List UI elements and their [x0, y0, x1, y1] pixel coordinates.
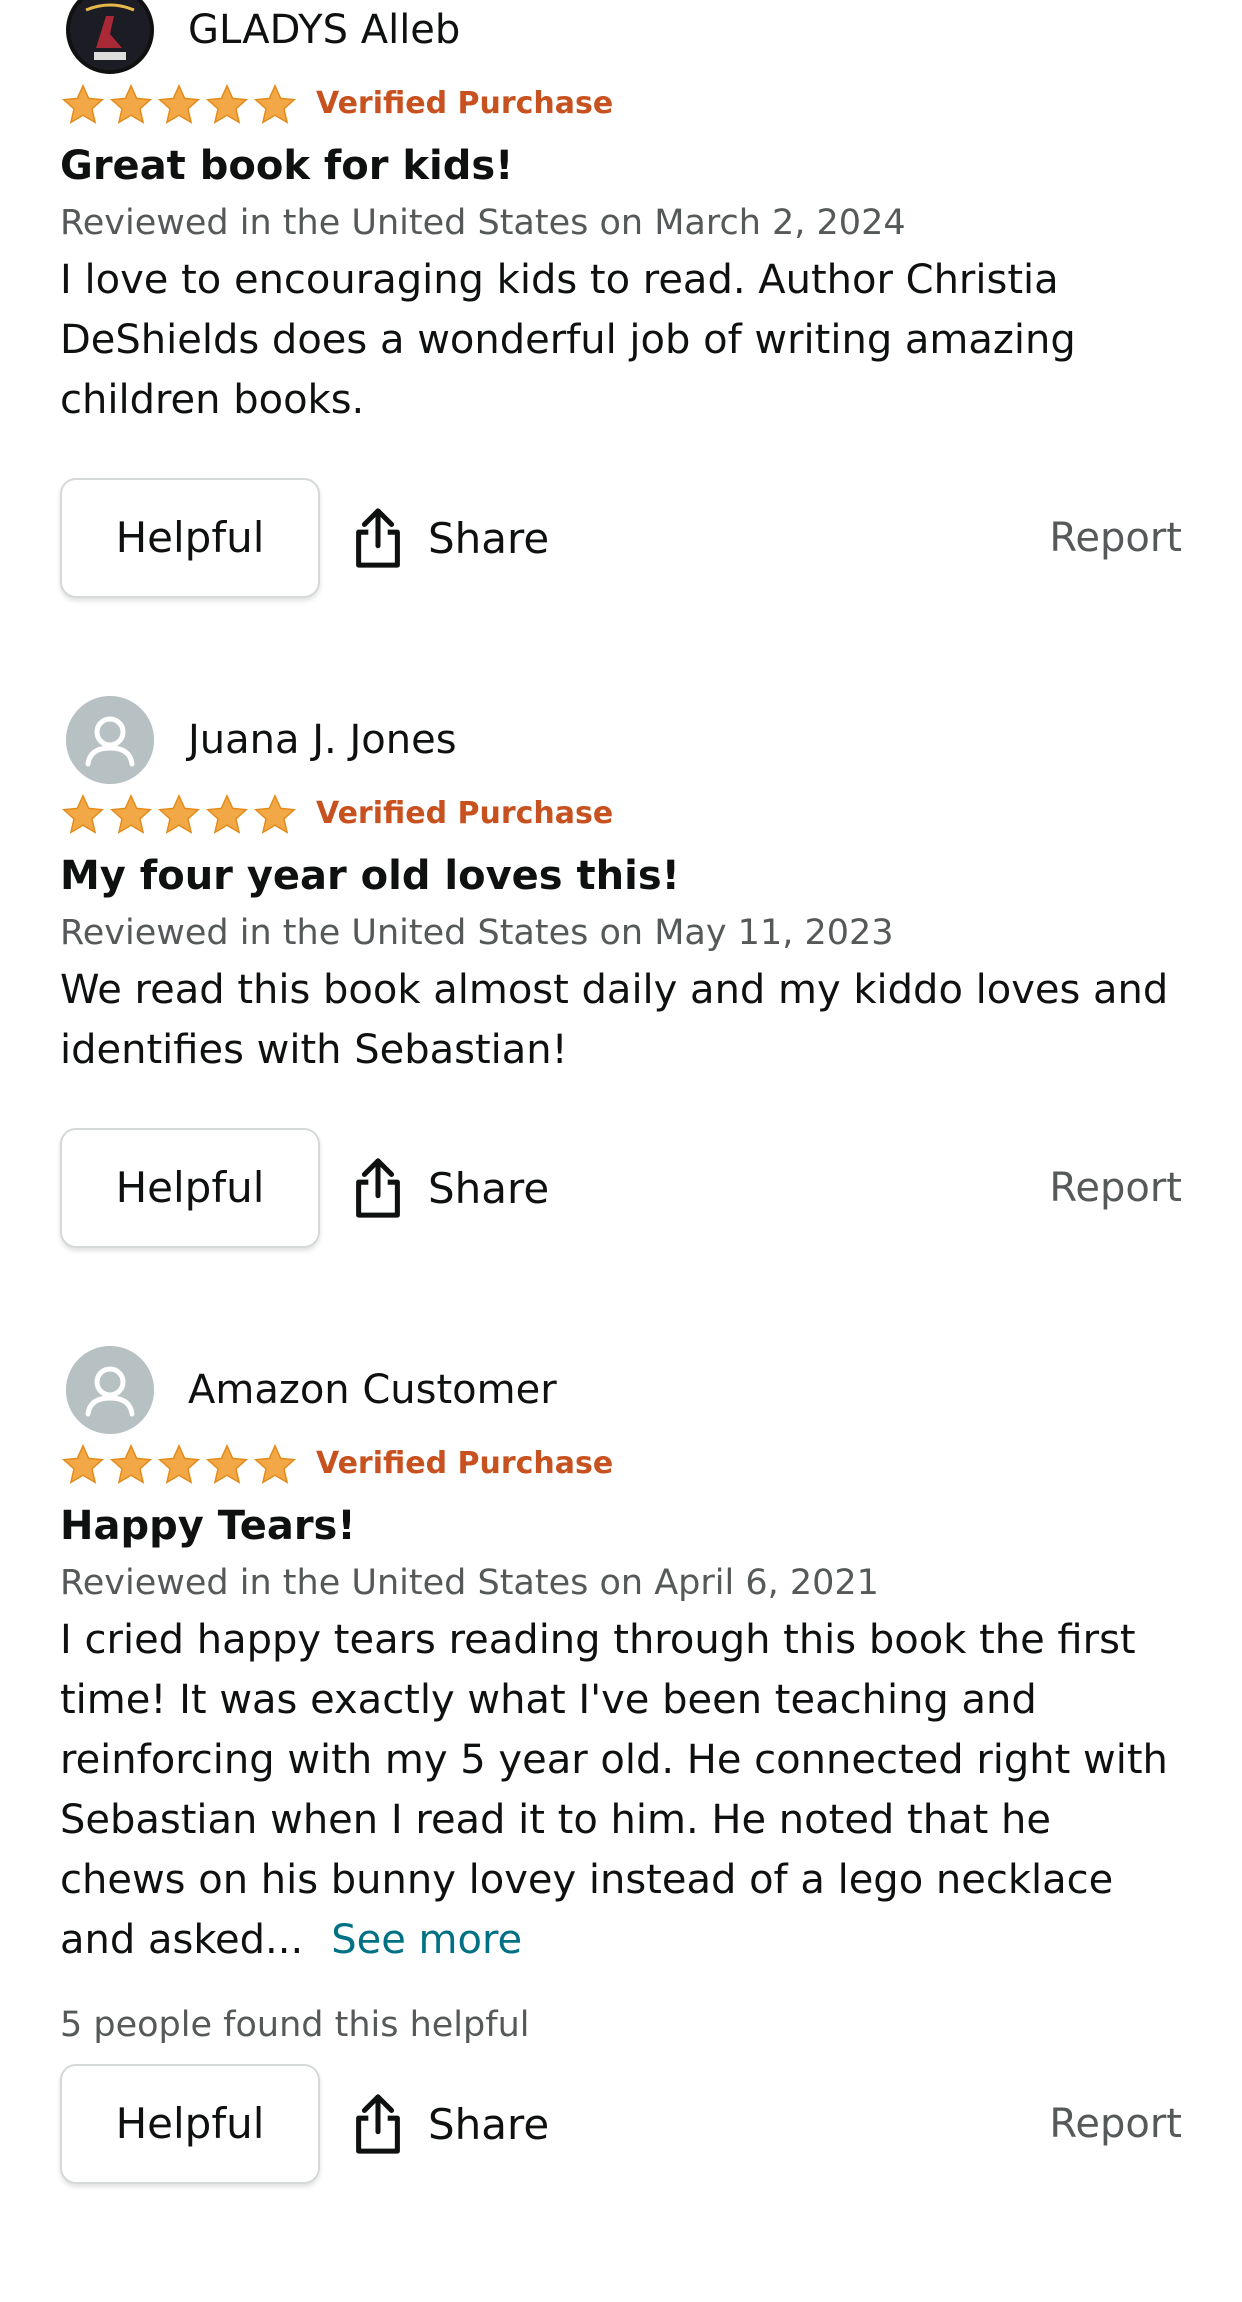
- star-icon: [206, 83, 248, 124]
- star-icon: [62, 1443, 104, 1484]
- reviewer-name[interactable]: GLADYS Alleb: [188, 0, 460, 74]
- review-title: My four year old loves this!: [60, 853, 680, 899]
- share-label: Share: [428, 1163, 550, 1213]
- star-icon: [62, 793, 104, 834]
- report-link[interactable]: Report: [1049, 1128, 1182, 1248]
- share-button[interactable]: Share: [352, 1128, 549, 1248]
- review-date: Reviewed in the United States on April 6…: [60, 1563, 879, 1603]
- star-icon: [110, 793, 152, 834]
- helpful-button[interactable]: Helpful: [60, 2064, 320, 2184]
- default-avatar-icon: [66, 696, 154, 784]
- review-title: Happy Tears!: [60, 1503, 356, 1549]
- review-actions: Helpful Share Report: [60, 478, 1182, 604]
- star-icon: [254, 793, 296, 834]
- star-rating: [60, 793, 298, 837]
- star-icon: [62, 83, 104, 124]
- review-card: GLADYS Alleb Verified Purchase Great boo…: [60, 0, 1182, 604]
- share-icon: [356, 508, 400, 568]
- profile-photo-icon: [66, 0, 154, 74]
- reviewer-profile[interactable]: Amazon Customer: [60, 1346, 1182, 1434]
- star-icon: [254, 1443, 296, 1484]
- review-actions: Helpful Share Report: [60, 1128, 1182, 1254]
- review-date: Reviewed in the United States on May 11,…: [60, 913, 894, 953]
- star-rating: [60, 83, 298, 127]
- see-more-link[interactable]: See more: [331, 1917, 522, 1963]
- reviewer-name[interactable]: Juana J. Jones: [188, 696, 457, 784]
- review-actions: Helpful Share Report: [60, 2064, 1182, 2190]
- review-date: Reviewed in the United States on March 2…: [60, 203, 906, 243]
- review-title: Great book for kids!: [60, 143, 514, 189]
- share-icon: [356, 1158, 400, 1218]
- review-body: I cried happy tears reading through this…: [60, 1610, 1182, 1970]
- review-body: I love to encouraging kids to read. Auth…: [60, 257, 1076, 423]
- reviewer-name[interactable]: Amazon Customer: [188, 1346, 557, 1434]
- verified-purchase-badge: Verified Purchase: [316, 86, 614, 121]
- share-button[interactable]: Share: [352, 478, 549, 598]
- reviewer-profile[interactable]: GLADYS Alleb: [60, 0, 1182, 74]
- avatar[interactable]: [66, 1346, 154, 1434]
- star-icon: [158, 83, 200, 124]
- star-rating: [60, 1443, 298, 1487]
- rating-row: Verified Purchase: [60, 1438, 1182, 1488]
- share-icon: [356, 2094, 400, 2154]
- share-label: Share: [428, 2099, 550, 2149]
- star-icon: [110, 1443, 152, 1484]
- star-icon: [158, 1443, 200, 1484]
- verified-purchase-badge: Verified Purchase: [316, 1446, 614, 1481]
- share-label: Share: [428, 513, 550, 563]
- star-icon: [254, 83, 296, 124]
- reviewer-profile[interactable]: Juana J. Jones: [60, 696, 1182, 784]
- review-body: We read this book almost daily and my ki…: [60, 967, 1169, 1073]
- report-link[interactable]: Report: [1049, 478, 1182, 598]
- rating-row: Verified Purchase: [60, 788, 1182, 838]
- star-icon: [158, 793, 200, 834]
- share-button[interactable]: Share: [352, 2064, 549, 2184]
- avatar[interactable]: [66, 696, 154, 784]
- star-icon: [110, 83, 152, 124]
- review-card: Amazon Customer Verified Purchase Happy …: [60, 1346, 1182, 2190]
- helpful-count: 5 people found this helpful: [60, 2005, 530, 2045]
- verified-purchase-badge: Verified Purchase: [316, 796, 614, 831]
- report-link[interactable]: Report: [1049, 2064, 1182, 2184]
- avatar[interactable]: [66, 0, 154, 74]
- helpful-button[interactable]: Helpful: [60, 478, 320, 598]
- review-body-text: I cried happy tears reading through this…: [60, 1617, 1168, 1963]
- star-icon: [206, 793, 248, 834]
- rating-row: Verified Purchase: [60, 78, 1182, 128]
- default-avatar-icon: [66, 1346, 154, 1434]
- review-card: Juana J. Jones Verified Purchase My four…: [60, 696, 1182, 1254]
- star-icon: [206, 1443, 248, 1484]
- helpful-button[interactable]: Helpful: [60, 1128, 320, 1248]
